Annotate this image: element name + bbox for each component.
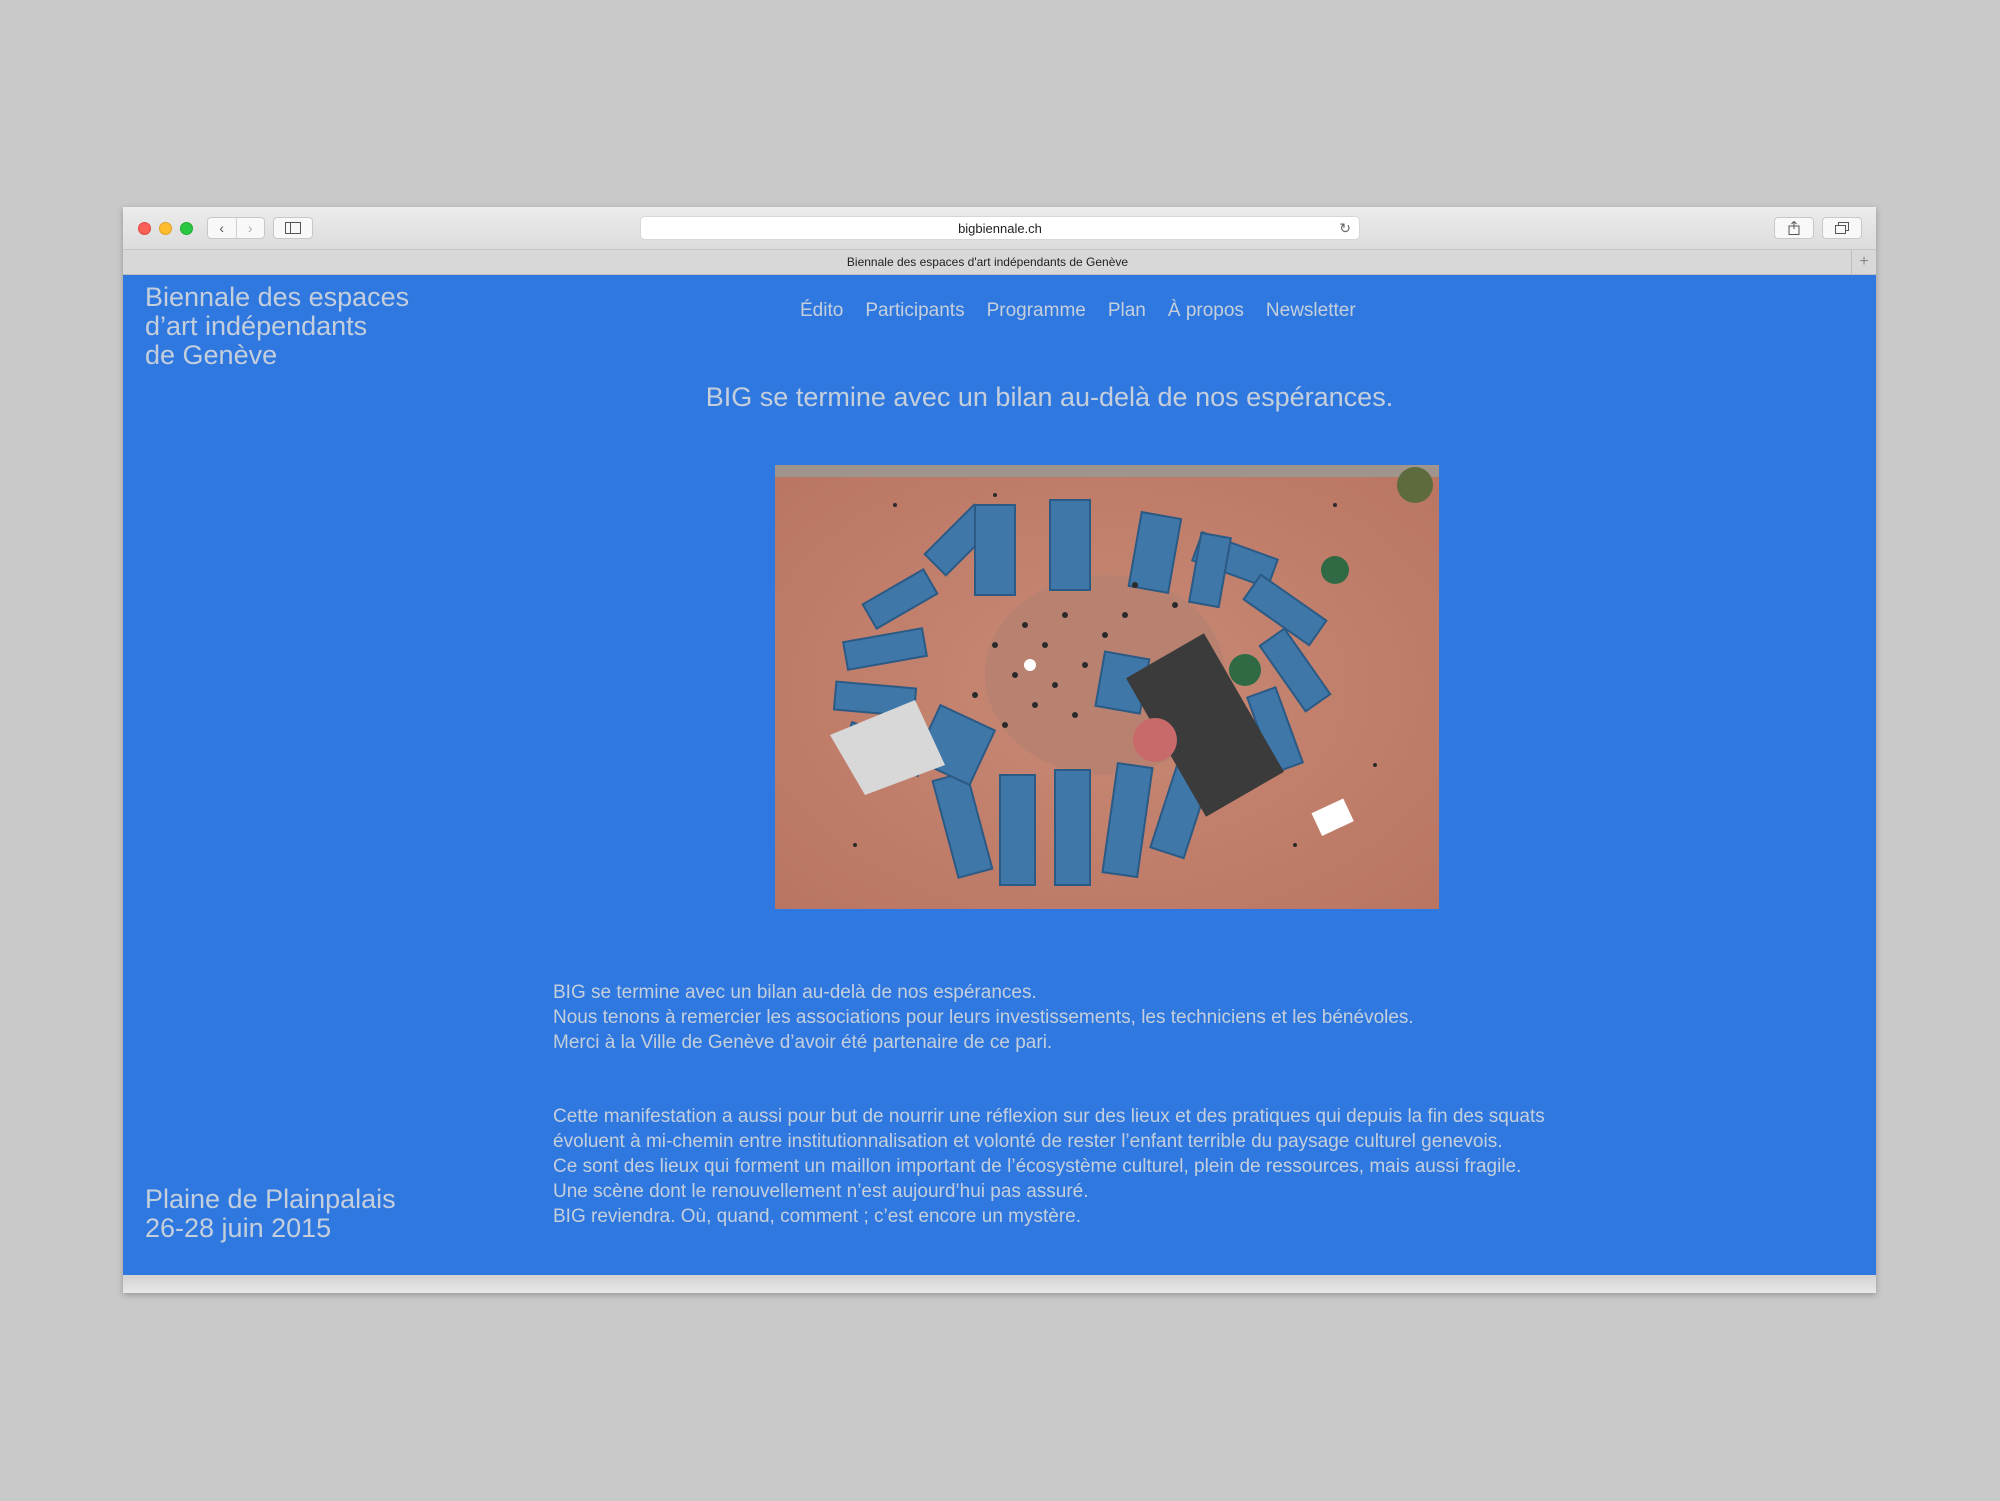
nav-newsletter[interactable]: Newsletter	[1266, 300, 1356, 322]
nav-edito[interactable]: Édito	[800, 300, 843, 322]
nav-participants[interactable]: Participants	[865, 300, 964, 322]
forward-button[interactable]: ›	[235, 218, 265, 238]
chevron-left-icon: ‹	[219, 220, 225, 236]
paragraph-line: BIG se termine avec un bilan au-delà de …	[553, 982, 1037, 1003]
site-title-line: Biennale des espaces	[145, 282, 410, 312]
tab-title-text: Biennale des espaces d'art indépendants …	[846, 255, 1129, 269]
nav-programme[interactable]: Programme	[987, 300, 1086, 322]
sidebar-toggle-button[interactable]	[273, 217, 313, 239]
article-headline: BIG se termine avec un bilan au-delà de …	[705, 382, 1394, 412]
aerial-photo-image	[775, 465, 1439, 909]
share-button[interactable]	[1774, 217, 1814, 239]
reload-icon[interactable]: ↻	[1339, 220, 1351, 237]
address-bar[interactable]: bigbiennale.ch ↻	[640, 216, 1360, 240]
venue-dates: 26-28 juin 2015	[145, 1213, 332, 1243]
paragraph-line: Une scène dont le renouvellement n’est a…	[553, 1181, 1089, 1202]
browser-toolbar: ‹ › bigbiennale.ch ↻	[123, 207, 1876, 250]
nav-plan[interactable]: Plan	[1108, 300, 1146, 322]
show-tabs-button[interactable]	[1822, 217, 1862, 239]
tabs-overview-icon	[1835, 222, 1849, 234]
minimize-window-button[interactable]	[159, 222, 172, 235]
back-button[interactable]: ‹	[208, 218, 236, 238]
venue-location: Plaine de Plainpalais	[145, 1184, 396, 1214]
browser-window: ‹ › bigbiennale.ch ↻ Biennale des espace…	[123, 207, 1876, 1293]
tab-bar: Biennale des espaces d'art indépendants …	[123, 250, 1876, 275]
chevron-right-icon: ›	[247, 220, 253, 236]
sidebar-icon	[285, 222, 301, 234]
paragraph-line: Cette manifestation a aussi pour but de …	[553, 1106, 1545, 1127]
paragraph-line: Merci à la Ville de Genève d’avoir été p…	[553, 1032, 1053, 1053]
url-text: bigbiennale.ch	[958, 220, 1042, 236]
paragraph-line: BIG reviendra. Où, quand, comment ; c’es…	[553, 1206, 1082, 1227]
main-nav: Édito Participants Programme Plan À prop…	[800, 300, 1356, 322]
plus-icon: +	[1859, 253, 1869, 270]
nav-a-propos[interactable]: À propos	[1168, 300, 1244, 322]
site-title[interactable]: Biennale des espaces d’art indépendants …	[145, 283, 485, 370]
venue-info: Plaine de Plainpalais 26-28 juin 2015	[145, 1185, 396, 1243]
aerial-photo	[775, 465, 1439, 909]
paragraph-line: Ce sont des lieux qui forment un maillon…	[553, 1156, 1522, 1177]
maximize-window-button[interactable]	[180, 222, 193, 235]
web-page: Biennale des espaces d’art indépendants …	[123, 275, 1876, 1275]
close-window-button[interactable]	[138, 222, 151, 235]
site-title-line: d’art indépendants	[145, 311, 368, 341]
site-title-line: de Genève	[145, 340, 278, 370]
reflection-paragraph: Cette manifestation a aussi pour but de …	[553, 1104, 1663, 1229]
window-bottom-edge	[123, 1275, 1876, 1293]
share-icon	[1788, 221, 1800, 235]
intro-paragraph: BIG se termine avec un bilan au-delà de …	[553, 980, 1693, 1055]
paragraph-line: évoluent à mi-chemin entre institutionna…	[553, 1131, 1503, 1152]
active-tab[interactable]: Biennale des espaces d'art indépendants …	[123, 250, 1852, 274]
history-nav-group: ‹ ›	[207, 217, 265, 239]
paragraph-line: Nous tenons à remercier les associations…	[553, 1007, 1414, 1028]
new-tab-button[interactable]: +	[1851, 250, 1876, 274]
